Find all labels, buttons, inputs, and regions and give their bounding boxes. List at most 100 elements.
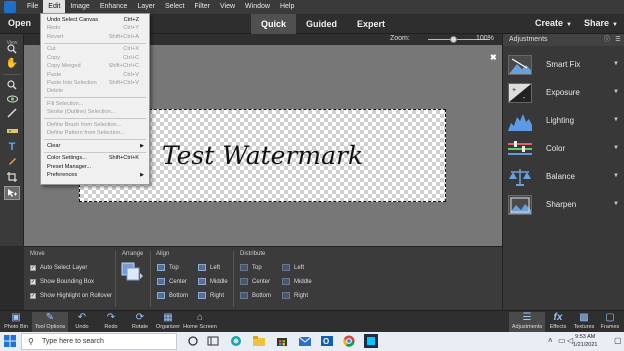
edge-browser-icon[interactable]: [229, 334, 243, 348]
chevron-up-icon[interactable]: ˄: [548, 336, 553, 345]
help-icon[interactable]: ⓘ: [603, 36, 611, 44]
arrange-heading: Arrange: [122, 251, 144, 257]
type-tool-icon[interactable]: T: [4, 140, 20, 154]
photo-bin-button[interactable]: ▣ Photo Bin: [3, 312, 29, 332]
menu-item-clear[interactable]: Clear ▶: [41, 142, 149, 150]
tab-expert[interactable]: Expert: [347, 14, 395, 34]
menu-item-redo: Redo Ctrl+Y: [41, 24, 149, 32]
cortana-icon[interactable]: [186, 334, 200, 348]
menu-item-preferences[interactable]: Preferences ▶: [41, 171, 149, 179]
align-top-button[interactable]: Top: [157, 263, 179, 272]
arrange-icon[interactable]: [121, 261, 143, 283]
search-placeholder: Type here to search: [42, 338, 104, 345]
menu-image[interactable]: Image: [65, 0, 94, 14]
svg-text:O: O: [323, 337, 329, 346]
menu-help[interactable]: Help: [275, 0, 299, 14]
adjustments-title: Adjustments: [509, 36, 548, 43]
straighten-tool-icon[interactable]: [4, 124, 20, 138]
outlook-icon[interactable]: O: [320, 334, 334, 348]
show-bounding-box-checkbox[interactable]: ✓ Show Bounding Box: [30, 278, 94, 286]
panel-menu-icon[interactable]: ☰: [614, 36, 622, 44]
tool-options-button[interactable]: ✎ Tool Options: [32, 312, 68, 332]
share-button[interactable]: Share ▼: [584, 18, 618, 28]
auto-select-layer-checkbox[interactable]: ✓ Auto Select Layer: [30, 264, 87, 272]
network-icon[interactable]: ▭: [558, 336, 566, 345]
photoshop-elements-taskbar-icon[interactable]: [364, 334, 378, 348]
tab-quick[interactable]: Quick: [251, 14, 297, 34]
align-middle-button[interactable]: Middle: [198, 277, 228, 286]
organizer-button[interactable]: ▦ Organizer: [154, 312, 182, 332]
spot-healing-tool-icon[interactable]: [4, 154, 20, 168]
clock-time: 9:53 AM: [575, 334, 596, 340]
textures-button[interactable]: ▩ Textures: [572, 312, 596, 332]
menu-window[interactable]: Window: [240, 0, 275, 14]
eye-tool-icon[interactable]: [4, 92, 20, 106]
adjustments-panel: Adjustments ⓘ ☰ Smart Fix ▼ + - Exposure …: [502, 34, 624, 310]
show-highlight-checkbox[interactable]: ✓ Show Highlight on Rollover: [30, 292, 112, 300]
whiten-teeth-tool-icon[interactable]: [4, 106, 20, 120]
menu-select[interactable]: Select: [160, 0, 189, 14]
adjustment-balance[interactable]: Balance ▼: [503, 163, 624, 191]
distribute-left-icon: [282, 264, 290, 271]
effects-button[interactable]: fx Effects: [547, 312, 569, 332]
menu-view[interactable]: View: [215, 0, 240, 14]
task-view-icon[interactable]: [206, 334, 220, 348]
menu-layer[interactable]: Layer: [132, 0, 160, 14]
menu-item-label: Clear: [47, 142, 61, 149]
taskbar-search-input[interactable]: ⚲ Type here to search: [21, 333, 177, 350]
chevron-down-icon: ▼: [612, 22, 618, 28]
distribute-right-button[interactable]: Right: [282, 291, 308, 300]
undo-button[interactable]: ↶ Undo: [72, 312, 92, 332]
tab-guided[interactable]: Guided: [296, 14, 347, 34]
hand-tool-icon[interactable]: ✋: [4, 56, 20, 70]
redo-button[interactable]: ↷ Redo: [101, 312, 121, 332]
zoom-tool-icon[interactable]: [4, 42, 20, 56]
chevron-down-icon: ▼: [566, 22, 572, 28]
adjustment-exposure[interactable]: + - Exposure ▼: [503, 79, 624, 107]
menu-filter[interactable]: Filter: [189, 0, 215, 14]
menu-enhance[interactable]: Enhance: [95, 0, 133, 14]
mail-icon[interactable]: [298, 334, 312, 348]
distribute-top-button[interactable]: Top: [240, 263, 262, 272]
align-right-button[interactable]: Right: [198, 291, 224, 300]
move-tool-icon[interactable]: [4, 186, 20, 200]
zoom-slider-handle[interactable]: [449, 36, 457, 43]
adjustment-smart-fix[interactable]: Smart Fix ▼: [503, 51, 624, 79]
chrome-icon[interactable]: [342, 334, 356, 348]
menu-item-preset-manager[interactable]: Preset Manager...: [41, 163, 149, 171]
adjustment-lighting[interactable]: Lighting ▼: [503, 107, 624, 135]
open-button[interactable]: Open: [8, 18, 31, 28]
rotate-button[interactable]: ⟳ Rotate: [128, 312, 152, 332]
distribute-bottom-button[interactable]: Bottom: [240, 291, 271, 300]
windows-start-icon[interactable]: [4, 335, 17, 348]
menu-item-label: Define Pattern from Selection...: [47, 130, 125, 137]
home-screen-button[interactable]: ⌂ Home Screen: [182, 312, 218, 332]
align-bottom-button[interactable]: Bottom: [157, 291, 188, 300]
file-explorer-icon[interactable]: [252, 334, 266, 348]
notifications-icon[interactable]: ▢: [614, 336, 622, 345]
menu-item-color-settings[interactable]: Color Settings... Shift+Ctrl+K: [41, 154, 149, 162]
store-icon[interactable]: [275, 334, 289, 348]
frames-button[interactable]: ▢ Frames: [599, 312, 621, 332]
adjustment-sharpen[interactable]: Sharpen ▼: [503, 191, 624, 219]
create-button[interactable]: Create ▼: [535, 18, 572, 28]
adjustments-button[interactable]: ☰ Adjustments: [509, 312, 545, 332]
menu-item-shortcut: Ctrl+Z: [123, 17, 139, 23]
align-left-button[interactable]: Left: [198, 263, 220, 272]
taskbar-clock[interactable]: 9:53 AM 1/21/2021: [573, 333, 597, 349]
align-center-button[interactable]: Center: [157, 277, 187, 286]
distribute-center-button[interactable]: Center: [240, 277, 270, 286]
adjustment-color[interactable]: Color ▼: [503, 135, 624, 163]
quick-selection-tool-icon[interactable]: [4, 78, 20, 92]
menu-edit[interactable]: Edit: [43, 0, 66, 14]
windows-taskbar: ⚲ Type here to search O ˄ ▭ ◁ ▢ 9:53 AM …: [0, 332, 624, 351]
menu-item-undo-select-canvas[interactable]: Undo Select Canvas Ctrl+Z: [41, 16, 149, 24]
distribute-middle-button[interactable]: Middle: [282, 277, 312, 286]
balance-icon: [508, 167, 532, 187]
distribute-heading: Distribute: [240, 251, 266, 257]
distribute-left-button[interactable]: Left: [282, 263, 304, 272]
close-document-icon[interactable]: ✖: [490, 53, 497, 62]
options-divider: [115, 251, 116, 307]
menu-file[interactable]: File: [22, 0, 43, 14]
crop-tool-icon[interactable]: [4, 170, 20, 184]
